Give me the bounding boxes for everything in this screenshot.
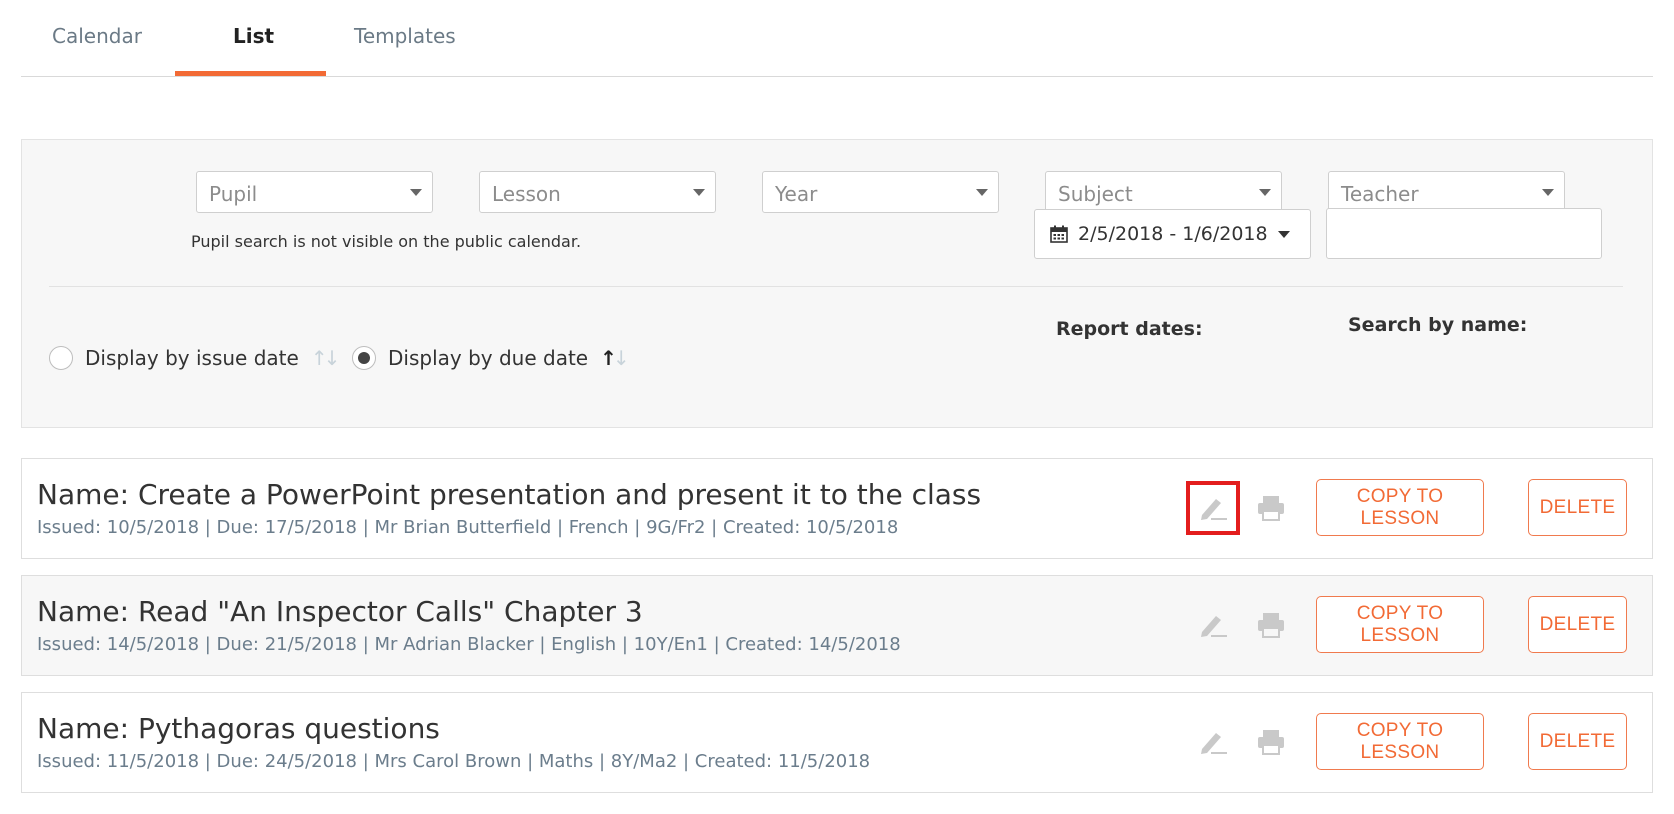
divider xyxy=(49,286,1623,287)
caret-down-icon xyxy=(1277,230,1290,238)
sort-icon[interactable]: ↑↓ xyxy=(600,346,629,370)
homework-meta: Issued: 11/5/2018 | Due: 24/5/2018 | Mrs… xyxy=(37,751,871,772)
homework-meta: Issued: 10/5/2018 | Due: 17/5/2018 | Mr … xyxy=(37,517,899,538)
year-select[interactable]: Year xyxy=(762,171,999,213)
search-by-name-input[interactable] xyxy=(1326,208,1602,259)
pencil-icon xyxy=(1201,499,1227,520)
homework-row: Name: Pythagoras questions Issued: 11/5/… xyxy=(21,692,1653,793)
edit-button[interactable] xyxy=(1186,481,1240,535)
tab-templates[interactable]: Templates xyxy=(354,24,456,48)
pencil-icon xyxy=(1201,733,1227,754)
edit-button[interactable] xyxy=(1186,715,1240,769)
caret-down-icon xyxy=(1259,189,1271,196)
tab-list[interactable]: List xyxy=(233,24,274,48)
delete-button[interactable]: DELETE xyxy=(1528,596,1627,653)
lesson-select-label: Lesson xyxy=(492,182,561,206)
filter-panel: Pupil Lesson Year Subject Teacher Pupil … xyxy=(21,139,1653,428)
calendar-icon xyxy=(1050,225,1068,243)
pupil-select[interactable]: Pupil xyxy=(196,171,433,213)
display-by-issue-radio[interactable]: Display by issue date ↑↓ xyxy=(49,343,340,373)
display-by-issue-label: Display by issue date xyxy=(85,346,299,370)
display-by-due-radio[interactable]: Display by due date ↑↓ xyxy=(352,343,630,373)
report-dates-picker[interactable]: 2/5/2018 - 1/6/2018 xyxy=(1034,209,1311,259)
caret-down-icon xyxy=(1542,189,1554,196)
print-button[interactable] xyxy=(1244,715,1298,769)
print-button[interactable] xyxy=(1244,481,1298,535)
copy-to-lesson-button[interactable]: COPY TO LESSON xyxy=(1316,479,1484,536)
delete-button[interactable]: DELETE xyxy=(1528,479,1627,536)
subject-select[interactable]: Subject xyxy=(1045,171,1282,213)
edit-button[interactable] xyxy=(1186,598,1240,652)
lesson-select[interactable]: Lesson xyxy=(479,171,716,213)
tab-bar: Calendar List Templates xyxy=(21,0,1653,77)
year-select-label: Year xyxy=(775,182,818,206)
homework-meta: Issued: 14/5/2018 | Due: 21/5/2018 | Mr … xyxy=(37,634,901,655)
print-icon xyxy=(1258,730,1284,755)
homework-title: Name: Create a PowerPoint presentation a… xyxy=(37,478,982,511)
radio-button-issue[interactable] xyxy=(49,346,73,370)
copy-to-lesson-button[interactable]: COPY TO LESSON xyxy=(1316,713,1484,770)
delete-button[interactable]: DELETE xyxy=(1528,713,1627,770)
homework-row: Name: Read "An Inspector Calls" Chapter … xyxy=(21,575,1653,676)
pencil-icon xyxy=(1201,616,1227,637)
homework-title: Name: Read "An Inspector Calls" Chapter … xyxy=(37,595,643,628)
pupil-search-note: Pupil search is not visible on the publi… xyxy=(191,232,582,251)
homework-title: Name: Pythagoras questions xyxy=(37,712,440,745)
sort-icon[interactable]: ↑↓ xyxy=(311,346,340,370)
teacher-select[interactable]: Teacher xyxy=(1328,171,1565,213)
report-dates-value: 2/5/2018 - 1/6/2018 xyxy=(1078,223,1268,245)
tab-calendar[interactable]: Calendar xyxy=(52,24,142,48)
radio-button-due[interactable] xyxy=(352,346,376,370)
active-tab-indicator xyxy=(175,71,326,76)
teacher-select-label: Teacher xyxy=(1341,182,1419,206)
homework-row: Name: Create a PowerPoint presentation a… xyxy=(21,458,1653,559)
print-button[interactable] xyxy=(1244,598,1298,652)
display-by-due-label: Display by due date xyxy=(388,346,589,370)
subject-select-label: Subject xyxy=(1058,182,1133,206)
report-dates-label: Report dates: xyxy=(1056,318,1203,340)
print-icon xyxy=(1258,613,1284,638)
caret-down-icon xyxy=(410,189,422,196)
print-icon xyxy=(1258,496,1284,521)
copy-to-lesson-button[interactable]: COPY TO LESSON xyxy=(1316,596,1484,653)
caret-down-icon xyxy=(693,189,705,196)
pupil-select-label: Pupil xyxy=(209,182,258,206)
search-by-name-label: Search by name: xyxy=(1348,314,1528,336)
caret-down-icon xyxy=(976,189,988,196)
